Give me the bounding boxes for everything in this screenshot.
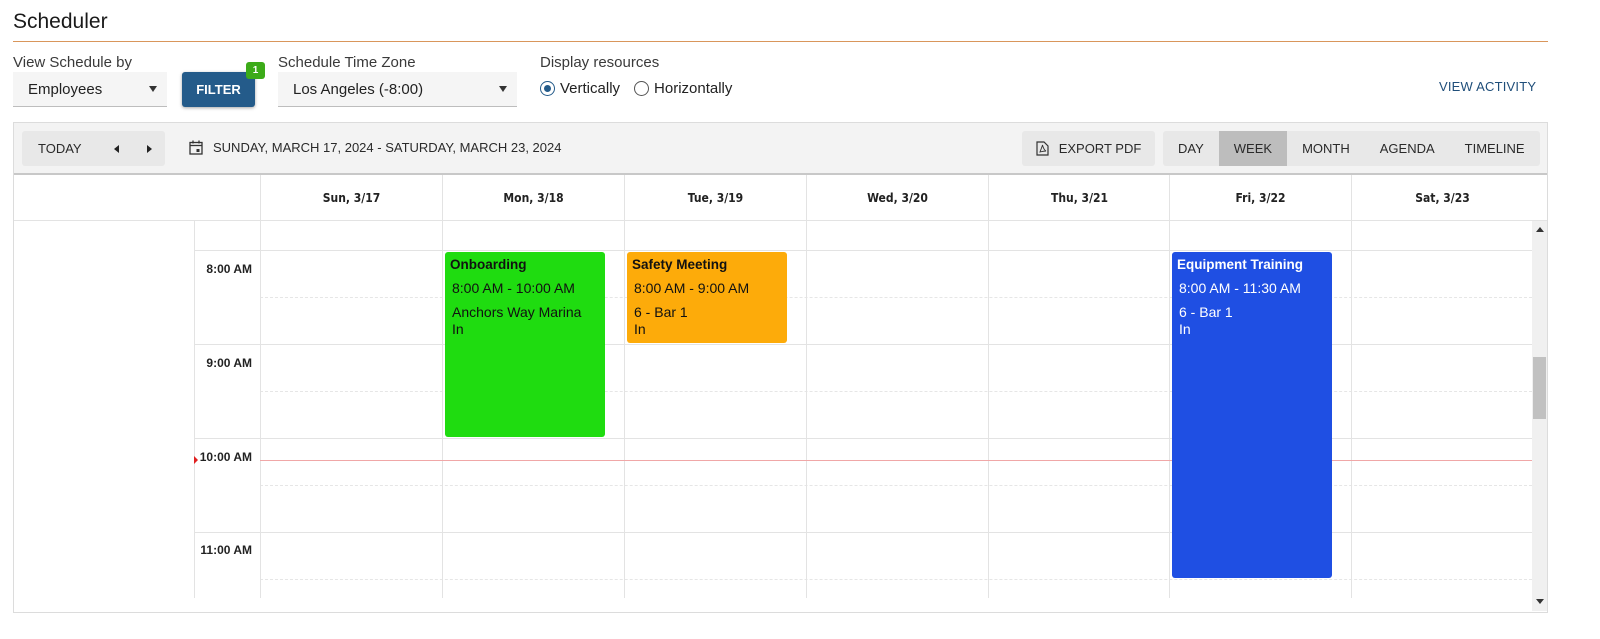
event-time: 8:00 AM - 9:00 AM	[634, 280, 750, 296]
timezone-label: Schedule Time Zone	[278, 54, 416, 71]
timezone-select[interactable]: Los Angeles (-8:00)	[278, 72, 517, 107]
view-switcher: DAY WEEK MONTH AGENDA TIMELINE	[1163, 131, 1540, 166]
scroll-up-icon[interactable]	[1536, 227, 1544, 232]
view-by-select[interactable]: Employees	[13, 72, 167, 107]
chevron-down-icon	[499, 86, 507, 92]
scroll-down-icon[interactable]	[1536, 599, 1544, 604]
tab-agenda-label: AGENDA	[1379, 141, 1435, 156]
event-location: 6 - Bar 1	[1179, 304, 1233, 320]
radio-unchecked-icon[interactable]	[634, 81, 650, 96]
tab-agenda[interactable]: AGENDA	[1365, 131, 1450, 166]
display-resources-radio-group: Vertically Horizontally	[540, 80, 746, 97]
chevron-down-icon	[149, 86, 157, 92]
view-by-label: View Schedule by	[13, 54, 132, 71]
tab-timeline[interactable]: TIMELINE	[1450, 131, 1540, 166]
time-label: 8:00 AM	[206, 262, 252, 276]
view-by-value: Employees	[28, 80, 103, 98]
day-header[interactable]: Thu, 3/21	[988, 175, 1170, 221]
tab-week-label: WEEK	[1233, 141, 1273, 156]
day-column-divider	[806, 221, 807, 598]
day-header[interactable]: Tue, 3/19	[624, 175, 806, 221]
today-label: TODAY	[38, 141, 82, 156]
scroll-thumb[interactable]	[1533, 357, 1546, 419]
event-status: In	[1179, 321, 1191, 337]
event-title: Onboarding	[450, 257, 527, 272]
event-title: Safety Meeting	[632, 257, 728, 272]
today-button[interactable]: TODAY	[22, 131, 100, 166]
caret-left-icon	[114, 144, 119, 153]
scheduler-toolbar: TODAY SUNDAY, MARCH 17, 2024 - SATURDAY,…	[14, 123, 1547, 175]
event-card[interactable]: Equipment Training 8:00 AM - 11:30 AM 6 - …	[1172, 252, 1332, 578]
pdf-file-icon	[1036, 141, 1049, 156]
day-column-divider	[260, 221, 261, 598]
scheduler: TODAY SUNDAY, MARCH 17, 2024 - SATURDAY,…	[13, 122, 1548, 613]
title-divider	[13, 41, 1548, 42]
export-pdf-button[interactable]: EXPORT PDF	[1022, 131, 1155, 166]
day-header[interactable]: Sat, 3/23	[1351, 175, 1533, 221]
tab-week[interactable]: WEEK	[1218, 131, 1288, 166]
time-label: 9:00 AM	[206, 356, 252, 370]
current-time-line	[260, 460, 1532, 461]
day-header[interactable]: Sun, 3/17	[260, 175, 442, 221]
event-title: Equipment Training	[1177, 257, 1304, 272]
caret-right-icon	[146, 144, 152, 153]
radio-horizontally[interactable]: Horizontally	[634, 80, 732, 97]
previous-button[interactable]	[100, 131, 133, 166]
time-grid: 8:00 AM 9:00 AM 10:00 AM 11:00 AM Onboar…	[14, 221, 1532, 598]
event-time: 8:00 AM - 11:30 AM	[1179, 280, 1301, 296]
radio-checked-icon[interactable]	[540, 81, 555, 96]
radio-horizontally-label: Horizontally	[654, 80, 733, 97]
time-label: 10:00 AM	[199, 450, 252, 464]
date-range-picker[interactable]: SUNDAY, MARCH 17, 2024 - SATURDAY, MARCH…	[189, 140, 561, 155]
half-hour-gridline	[260, 485, 1532, 486]
tab-month-label: MONTH	[1302, 141, 1350, 156]
day-header[interactable]: Fri, 3/22	[1169, 175, 1351, 221]
half-hour-gridline	[260, 579, 1532, 580]
time-column-divider	[194, 221, 195, 598]
day-header[interactable]: Mon, 3/18	[442, 175, 624, 221]
tab-day[interactable]: DAY	[1163, 131, 1219, 166]
event-card[interactable]: Onboarding 8:00 AM - 10:00 AM Anchors Way …	[445, 252, 605, 437]
event-location: 6 - Bar 1	[634, 304, 688, 320]
time-label: 11:00 AM	[200, 543, 252, 557]
timezone-value: Los Angeles (-8:00)	[293, 80, 424, 98]
page-title: Scheduler	[13, 10, 108, 33]
vertical-scrollbar[interactable]	[1532, 221, 1547, 611]
hour-gridline	[194, 250, 1532, 251]
day-header-row: Sun, 3/17 Mon, 3/18 Tue, 3/19 Wed, 3/20 …	[14, 175, 1547, 221]
event-time: 8:00 AM - 10:00 AM	[452, 280, 575, 296]
event-location: Anchors Way Marina	[452, 304, 582, 320]
tab-timeline-label: TIMELINE	[1464, 141, 1525, 156]
filter-button[interactable]: FILTER	[182, 72, 255, 107]
event-status: In	[452, 321, 464, 337]
day-column-divider	[1351, 221, 1352, 598]
view-activity-link[interactable]: VIEW ACTIVITY	[1439, 79, 1536, 94]
event-card[interactable]: Safety Meeting 8:00 AM - 9:00 AM 6 - Bar 1…	[627, 252, 787, 343]
tab-month[interactable]: MONTH	[1287, 131, 1365, 166]
day-column-divider	[624, 221, 625, 598]
radio-vertically[interactable]: Vertically	[540, 80, 620, 97]
day-column-divider	[442, 221, 443, 598]
calendar-icon	[189, 140, 203, 155]
current-time-marker-icon	[194, 456, 198, 464]
display-resources-label: Display resources	[540, 54, 660, 71]
day-column-divider	[988, 221, 989, 598]
next-button[interactable]	[133, 131, 165, 166]
day-header[interactable]: Wed, 3/20	[806, 175, 988, 221]
navigation-group: TODAY	[22, 131, 165, 166]
day-column-divider	[1169, 221, 1170, 598]
export-pdf-label: EXPORT PDF	[1058, 141, 1142, 156]
filter-label: FILTER	[196, 82, 241, 97]
event-status: In	[634, 321, 646, 337]
date-range-label: SUNDAY, MARCH 17, 2024 - SATURDAY, MARCH…	[213, 140, 562, 155]
filter-count-badge: 1	[246, 62, 265, 79]
tab-day-label: DAY	[1178, 141, 1204, 156]
radio-vertically-label: Vertically	[560, 80, 621, 97]
